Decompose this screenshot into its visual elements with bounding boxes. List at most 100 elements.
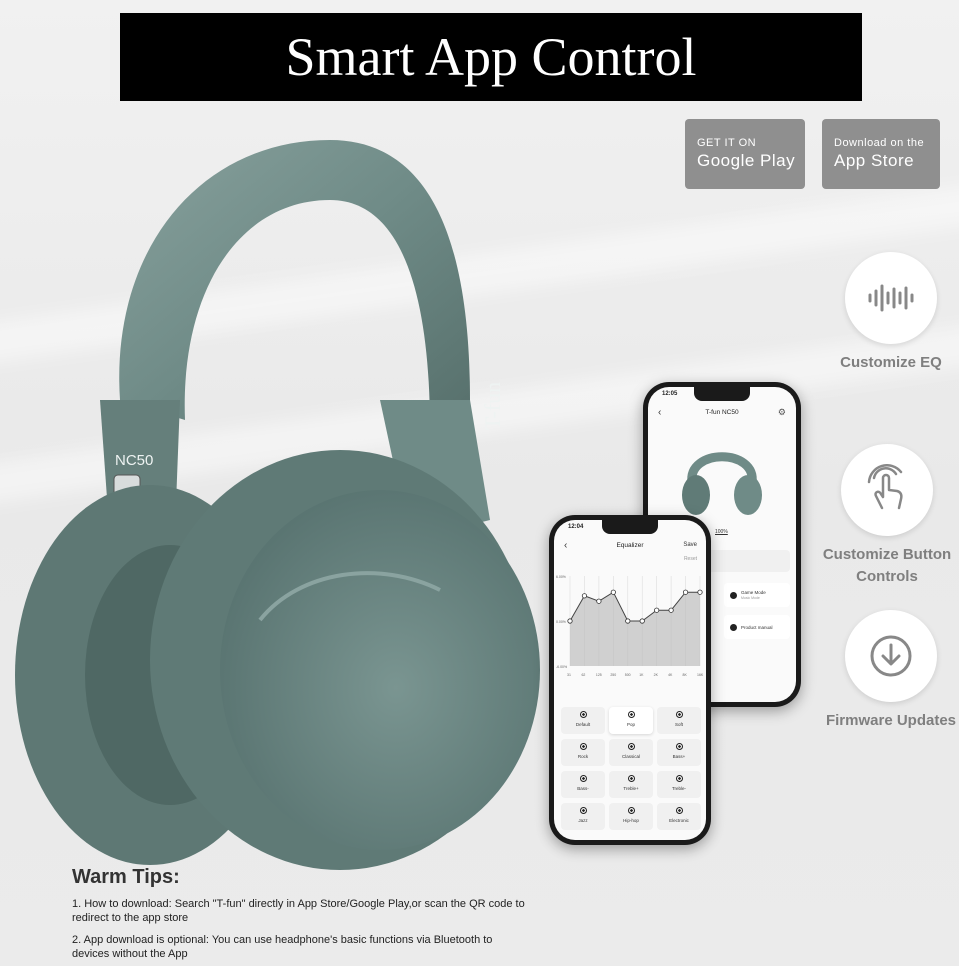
preset-radio-icon [579, 775, 587, 782]
feature-label: Firmware Updates [825, 712, 957, 729]
preset-label: Classical [621, 754, 640, 759]
preset-label: Rock [577, 754, 589, 759]
preset-radio-icon [675, 807, 683, 814]
feature-label: Customize Button Controls [822, 546, 952, 585]
sound-wave-icon [868, 284, 914, 312]
headphone-thumbnail [682, 452, 762, 515]
eq-band-point [654, 607, 660, 613]
eq-band-point [697, 589, 703, 595]
save-button[interactable]: Save [683, 542, 697, 548]
eq-preset-button[interactable]: Default [561, 707, 605, 734]
game-mode-label: Game Mode [741, 590, 766, 595]
feature-firmware-updates: Firmware Updates [811, 610, 959, 732]
feature-customize-buttons: Customize Button Controls [807, 444, 959, 588]
model-label: NC50 [115, 452, 153, 469]
preset-radio-icon [579, 807, 587, 814]
preset-radio-icon [627, 743, 635, 750]
product-banner: Smart App Control GET IT ON Google Play … [0, 0, 959, 966]
headband [119, 140, 471, 430]
eq-band-point [682, 589, 689, 595]
eq-band-point [668, 607, 674, 613]
preset-radio-icon [579, 711, 587, 718]
product-manual-tile[interactable]: Product manual [724, 615, 790, 639]
eq-x-label: 62 [581, 673, 585, 677]
game-mode-tile[interactable]: Game Mode Music Mode [724, 583, 790, 607]
eq-preset-button[interactable]: Classical [609, 739, 653, 766]
preset-radio-icon [627, 775, 635, 782]
eq-x-label: 1K [639, 673, 644, 677]
warm-tips-heading: Warm Tips: [72, 866, 180, 888]
phone-screen-equalizer: 12:04 ‹ Equalizer Save Reset 6.00% 0.00% -… [554, 520, 706, 840]
app-store-badge[interactable]: Download on the App Store [822, 119, 940, 189]
eq-area [570, 592, 700, 666]
brand-logo: T-fun [480, 382, 505, 430]
eq-x-label: 8K [683, 673, 688, 677]
preset-label: Pop [626, 722, 635, 727]
warm-tips-line-2: 2. App download is optional: You can use… [72, 934, 493, 960]
touch-hand-icon [867, 464, 903, 510]
right-ear-cup [220, 490, 540, 850]
feature-buttons-circle [841, 444, 933, 536]
warm-tips-line-1: 1. How to download: Search "T-fun" direc… [72, 898, 525, 924]
eq-preset-button[interactable]: Treble+ [609, 771, 653, 798]
eq-preset-button[interactable]: Rock [561, 739, 605, 766]
google-play-badge[interactable]: GET IT ON Google Play [685, 119, 805, 189]
eq-preset-button[interactable]: Electronic [657, 803, 701, 830]
preset-radio-icon [627, 807, 635, 814]
battery-level: 100% [715, 529, 728, 535]
app-screen-title: T-fun NC50 [705, 409, 739, 416]
google-play-badge-caption: GET IT ON [697, 137, 757, 149]
preset-radio-icon [627, 711, 635, 718]
page-title: Smart App Control [120, 13, 862, 101]
preset-label: Electronic [669, 818, 689, 823]
eq-preset-button[interactable]: Soft [657, 707, 701, 734]
eq-band-point [596, 598, 602, 604]
preset-label: Soft [674, 722, 683, 727]
feature-customize-eq: Customize EQ [811, 252, 959, 374]
eq-x-label: 4K [668, 673, 673, 677]
feature-eq-circle [845, 252, 937, 344]
equalizer-chart[interactable]: 6.00% 0.00% -6.00%31 62 125 250 500 1K 2K 4K 8K 16K [554, 566, 706, 684]
eq-y-label: 6.00% [556, 575, 566, 579]
eq-band-point [639, 618, 645, 624]
eq-preset-button[interactable]: Hip-hop [609, 803, 653, 830]
phone-device-equalizer: 12:04 ‹ Equalizer Save Reset 6.00% 0.00% -… [549, 515, 711, 845]
preset-label: Treble+ [623, 786, 639, 791]
phone-notch [602, 520, 658, 534]
eq-y-label: -6.00% [556, 665, 567, 669]
gear-icon[interactable]: ⚙ [778, 407, 786, 418]
preset-radio-icon [675, 743, 683, 750]
eq-band-point [610, 589, 616, 595]
phone-notch [694, 387, 750, 401]
manual-icon [730, 623, 737, 631]
preset-label: Jazz [578, 818, 588, 823]
app-store-badge-label: App Store [834, 151, 915, 170]
eq-x-label: 31 [567, 673, 571, 677]
game-mode-sublabel: Music Mode [741, 596, 760, 600]
eq-preset-button[interactable]: Jazz [561, 803, 605, 830]
app-store-badge-caption: Download on the [834, 137, 925, 149]
preset-label: Default [575, 722, 591, 727]
eq-preset-button[interactable]: Pop [609, 707, 653, 734]
feature-label: Customize EQ [840, 354, 942, 371]
eq-preset-button[interactable]: Treble- [657, 771, 701, 798]
eq-preset-button[interactable]: Bass+ [657, 739, 701, 766]
eq-x-label: 2K [654, 673, 659, 677]
eq-x-label: 125 [596, 673, 602, 677]
eq-y-label: 0.00% [556, 620, 566, 624]
eq-x-label: 250 [610, 673, 616, 677]
preset-label: Bass- [577, 786, 589, 791]
preset-label: Treble- [671, 786, 687, 791]
google-play-badge-label: Google Play [697, 151, 796, 170]
eq-x-label: 16K [697, 673, 704, 677]
eq-band-point [581, 593, 588, 599]
download-arrow-icon [870, 635, 912, 677]
headphone-illustration: T-fun NC50 [15, 140, 540, 870]
reset-button[interactable]: Reset [684, 556, 697, 562]
status-time: 12:04 [568, 524, 584, 530]
game-mode-icon [730, 591, 737, 599]
preset-label: Bass+ [672, 754, 686, 759]
preset-radio-icon [579, 743, 587, 750]
eq-preset-button[interactable]: Bass- [561, 771, 605, 798]
eq-band-point [625, 618, 631, 624]
